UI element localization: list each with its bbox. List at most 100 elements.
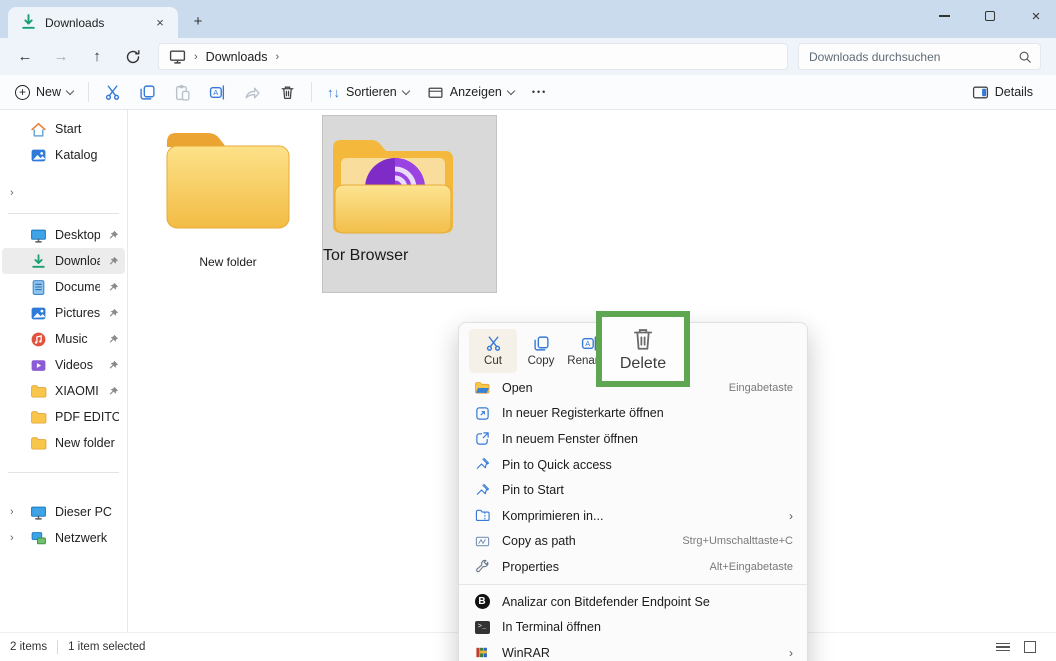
large-icons-view-button[interactable] xyxy=(1024,641,1036,653)
menu-item-open-new-tab[interactable]: In neuer Registerkarte öffnen xyxy=(459,401,807,427)
toolbar-divider xyxy=(311,82,313,102)
new-button[interactable]: + New xyxy=(6,78,82,106)
search-input[interactable] xyxy=(809,49,1018,64)
chevron-right-icon: › xyxy=(789,508,793,523)
close-icon: × xyxy=(1031,7,1041,25)
menu-item-bitdefender-scan[interactable]: B Analizar con Bitdefender Endpoint Se xyxy=(459,589,807,615)
main-area: Start Katalog › Desktop Downlo Docume Pi… xyxy=(0,110,1056,661)
menu-item-copy-as-path[interactable]: Copy as path Strg+Umschalttaste+C xyxy=(459,529,807,555)
refresh-button[interactable] xyxy=(122,49,144,65)
sidebar-item-pdf-editor[interactable]: PDF EDITOR xyxy=(2,404,125,430)
cut-label: Cut xyxy=(484,355,502,367)
menu-item-label: In neuer Registerkarte öffnen xyxy=(502,406,664,421)
trash-icon xyxy=(281,86,294,99)
navigation-pane: Start Katalog › Desktop Downlo Docume Pi… xyxy=(0,110,128,632)
sidebar-item-downloads[interactable]: Downloads xyxy=(2,248,125,274)
file-tor-browser-tile[interactable]: Tor Browser xyxy=(322,115,497,293)
file-new-folder[interactable]: New folder xyxy=(150,118,306,269)
breadcrumb-downloads[interactable]: Downloads xyxy=(206,50,268,64)
breadcrumb-sep-icon: › xyxy=(275,50,280,63)
menu-item-properties[interactable]: Properties Alt+Eingabetaste xyxy=(459,554,807,580)
menu-item-label: Pin to Start xyxy=(502,483,564,498)
sidebar-item-label: Desktop xyxy=(55,228,100,242)
bitdefender-icon: B xyxy=(473,593,491,611)
tab-downloads[interactable]: Downloads × xyxy=(8,7,178,38)
toolbar-divider xyxy=(88,82,90,102)
address-bar[interactable]: › Downloads › xyxy=(158,43,788,70)
details-icon xyxy=(972,86,988,98)
selection-count: 1 item selected xyxy=(68,641,146,653)
details-pane-button[interactable]: Details xyxy=(963,78,1042,106)
cut-quick-button[interactable]: Cut xyxy=(469,329,517,373)
terminal-icon: >_ xyxy=(473,618,491,636)
cut-button[interactable] xyxy=(95,78,130,106)
pictures-icon xyxy=(31,307,46,319)
menu-item-label: In Terminal öffnen xyxy=(502,620,601,635)
sidebar-item-new-folder[interactable]: New folder xyxy=(2,430,125,456)
menu-shortcut: Alt+Eingabetaste xyxy=(709,560,793,573)
chevron-right-icon[interactable]: › xyxy=(10,506,14,518)
menu-item-label: Analizar con Bitdefender Endpoint Se xyxy=(502,594,710,609)
see-more-button[interactable]: ••• xyxy=(523,78,556,106)
view-button[interactable]: Anzeigen xyxy=(418,78,523,106)
close-button[interactable]: × xyxy=(1016,0,1056,32)
minimize-icon xyxy=(938,15,950,17)
forward-button[interactable]: → xyxy=(50,48,72,65)
chevron-right-icon[interactable]: › xyxy=(10,532,14,544)
paste-button[interactable] xyxy=(165,78,200,106)
network-icon xyxy=(31,531,46,544)
search-box[interactable] xyxy=(798,43,1041,70)
copy-button[interactable] xyxy=(130,78,165,106)
home-icon xyxy=(31,122,46,137)
new-tab-button[interactable]: + xyxy=(186,10,210,34)
sidebar-item-netzwerk[interactable]: › Netzwerk xyxy=(2,525,125,551)
menu-item-winrar[interactable]: WinRAR › xyxy=(459,640,807,661)
sort-button[interactable]: ↑↓ Sortieren xyxy=(318,78,418,106)
rename-button[interactable]: A xyxy=(200,78,235,106)
sidebar-divider xyxy=(8,472,119,473)
delete-button[interactable] xyxy=(270,78,305,106)
menu-item-open-terminal[interactable]: >_ In Terminal öffnen xyxy=(459,614,807,640)
share-button[interactable] xyxy=(235,78,270,106)
chevron-down-icon xyxy=(65,86,75,95)
sort-icon: ↑↓ xyxy=(327,84,341,100)
copy-label: Copy xyxy=(527,355,555,367)
menu-item-label: WinRAR xyxy=(502,645,550,660)
sidebar-item-music[interactable]: Music xyxy=(2,326,125,352)
tab-strip: Downloads × + × xyxy=(0,0,1056,38)
folder-icon xyxy=(31,410,47,424)
menu-item-open-new-window[interactable]: In neuem Fenster öffnen xyxy=(459,426,807,452)
minimize-button[interactable] xyxy=(924,0,964,32)
back-button[interactable]: ← xyxy=(14,48,36,65)
copy-quick-button[interactable]: Copy xyxy=(517,329,565,373)
plus-icon: + xyxy=(15,84,30,100)
menu-item-pin-quick-access[interactable]: Pin to Quick access xyxy=(459,452,807,478)
share-icon xyxy=(245,87,260,99)
sidebar-item-documents[interactable]: Documents xyxy=(2,274,125,300)
up-button[interactable]: ↑ xyxy=(86,48,108,65)
sidebar-item-label: Katalog xyxy=(55,148,98,162)
zip-folder-icon xyxy=(473,507,491,525)
sidebar-item-videos[interactable]: Videos xyxy=(2,352,125,378)
sidebar-item-dieser-pc[interactable]: › Dieser PC xyxy=(2,499,125,525)
sort-label: Sortieren xyxy=(346,85,397,99)
list-view-button[interactable] xyxy=(996,642,1010,652)
sidebar-item-start[interactable]: Start xyxy=(2,116,125,142)
rename-icon: A xyxy=(209,84,225,100)
more-icon: ••• xyxy=(531,87,548,97)
sidebar-divider xyxy=(8,213,119,214)
maximize-button[interactable] xyxy=(970,0,1010,32)
copy-as-path-icon xyxy=(473,532,491,550)
menu-item-compress[interactable]: Komprimieren in... › xyxy=(459,503,807,529)
sidebar-item-desktop[interactable]: Desktop xyxy=(2,222,125,248)
sidebar-item-pictures[interactable]: Pictures xyxy=(2,300,125,326)
tab-close-icon[interactable]: × xyxy=(150,13,170,33)
sidebar-item-katalog[interactable]: Katalog xyxy=(2,142,125,168)
sidebar-item-label: Documents xyxy=(55,280,100,294)
menu-item-pin-start[interactable]: Pin to Start xyxy=(459,477,807,503)
chevron-down-icon xyxy=(506,86,516,95)
chevron-right-icon: › xyxy=(789,645,793,660)
delete-quick-button-highlighted[interactable]: Delete xyxy=(596,311,690,387)
sidebar-item-xiaomi-poco[interactable]: XIAOMI POCO F xyxy=(2,378,125,404)
sidebar-expand-chevron[interactable]: › xyxy=(0,182,127,204)
